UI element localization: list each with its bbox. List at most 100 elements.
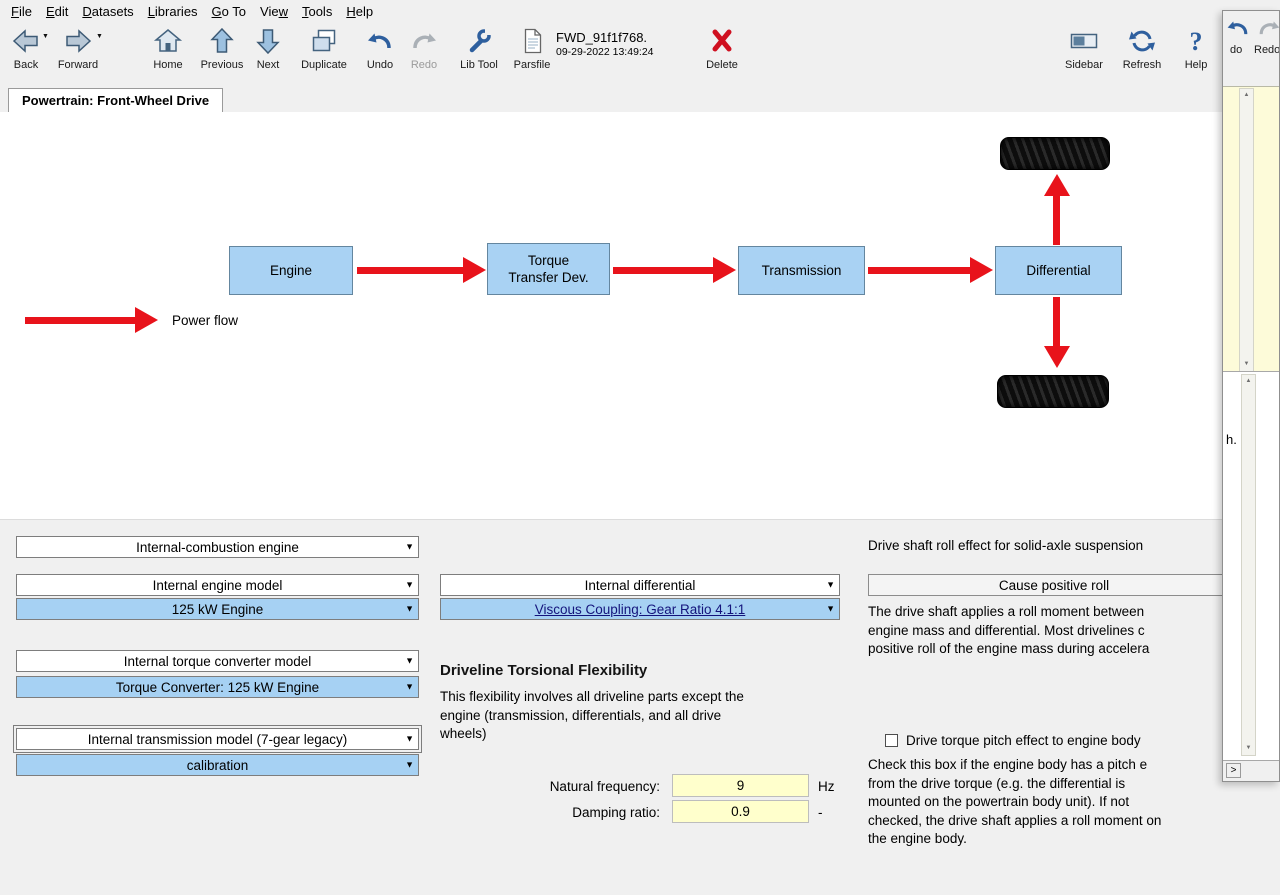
overlay-notes-white-panel[interactable]: h. F ▲ ▼ bbox=[1223, 371, 1279, 761]
differential-box[interactable]: Differential bbox=[995, 246, 1122, 295]
engine-type-dropdown[interactable]: Internal-combustion engine ▼ bbox=[16, 536, 419, 558]
undo-icon bbox=[356, 26, 404, 59]
dataset-name: FWD_91f1f768. bbox=[556, 30, 648, 45]
chevron-down-icon[interactable]: ▼ bbox=[405, 734, 414, 744]
overlay-undo-label: do bbox=[1230, 44, 1243, 56]
transmission-dropdown[interactable]: calibration ▼ bbox=[16, 754, 419, 776]
duplicate-label: Duplicate bbox=[301, 59, 347, 71]
menu-bar: File Edit Datasets Libraries Go To View … bbox=[0, 0, 1280, 22]
home-icon bbox=[144, 26, 192, 59]
torque-converter-category-dropdown[interactable]: Internal torque converter model ▼ bbox=[16, 650, 419, 672]
home-label: Home bbox=[153, 59, 183, 71]
lib-tool-button[interactable]: Lib Tool bbox=[452, 26, 506, 80]
scroll-down-icon[interactable]: ▼ bbox=[1240, 358, 1253, 371]
wrench-icon bbox=[452, 26, 506, 59]
legend-arrow bbox=[25, 317, 135, 324]
arrowhead-transmission-to-diff bbox=[970, 257, 993, 283]
overlay-window[interactable]: do Redo ▲ ▼ h. F ▲ ▼ > bbox=[1222, 10, 1280, 782]
dataset-timestamp: 09-29-2022 13:49:24 bbox=[556, 46, 654, 58]
engine-model-dropdown[interactable]: 125 kW Engine ▼ bbox=[16, 598, 419, 620]
engine-box[interactable]: Engine bbox=[229, 246, 353, 295]
chevron-down-icon[interactable]: ▼ bbox=[826, 604, 835, 614]
chevron-down-icon[interactable]: ▼ bbox=[405, 542, 414, 552]
scroll-right-button[interactable]: > bbox=[1226, 763, 1241, 778]
redo-label: Redo bbox=[410, 59, 438, 71]
arrowhead-bottom-wheel bbox=[1044, 346, 1070, 368]
drive-torque-pitch-checkbox[interactable] bbox=[885, 734, 898, 747]
menu-datasets[interactable]: Datasets bbox=[75, 1, 140, 22]
chevron-down-icon[interactable]: ▼ bbox=[405, 760, 414, 770]
back-arrow-icon bbox=[2, 26, 50, 59]
refresh-label: Refresh bbox=[1122, 59, 1162, 71]
chevron-down-icon[interactable]: ▼ bbox=[405, 682, 414, 692]
back-dropdown-icon[interactable]: ▼ bbox=[42, 33, 49, 40]
home-button[interactable]: Home bbox=[144, 26, 192, 80]
help-button[interactable]: ? Help bbox=[1172, 26, 1220, 80]
undo-button[interactable]: Undo bbox=[356, 26, 404, 80]
chevron-down-icon[interactable]: ▼ bbox=[405, 580, 414, 590]
arrowhead-top-wheel bbox=[1044, 174, 1070, 196]
menu-edit[interactable]: Edit bbox=[39, 1, 75, 22]
refresh-button[interactable]: Refresh bbox=[1118, 26, 1166, 80]
yellow-panel-scrollbar[interactable]: ▲ ▼ bbox=[1239, 88, 1254, 372]
checkbox-description: Check this box if the engine body has a … bbox=[868, 757, 1162, 846]
help-label: Help bbox=[1184, 59, 1208, 71]
natural-frequency-input[interactable]: 9 bbox=[672, 774, 809, 797]
sidebar-label: Sidebar bbox=[1065, 59, 1103, 71]
scroll-up-icon[interactable]: ▲ bbox=[1240, 89, 1253, 102]
menu-goto[interactable]: Go To bbox=[205, 1, 253, 22]
legend-label: Power flow bbox=[172, 313, 239, 328]
chevron-down-icon[interactable]: ▼ bbox=[405, 604, 414, 614]
scroll-down-icon[interactable]: ▼ bbox=[1242, 742, 1255, 755]
overlay-notes-yellow-panel[interactable]: ▲ ▼ bbox=[1223, 86, 1279, 373]
delete-button[interactable]: Delete bbox=[698, 26, 746, 80]
arrow-transmission-to-diff bbox=[868, 267, 970, 274]
app-window: File Edit Datasets Libraries Go To View … bbox=[0, 0, 1280, 895]
next-button[interactable]: Next bbox=[244, 26, 292, 80]
document-icon bbox=[508, 26, 556, 59]
menu-file[interactable]: File bbox=[4, 1, 39, 22]
engine-model-category-dropdown[interactable]: Internal engine model ▼ bbox=[16, 574, 419, 596]
forward-dropdown-icon[interactable]: ▼ bbox=[96, 33, 103, 40]
svg-text:?: ? bbox=[1190, 27, 1203, 56]
refresh-icon bbox=[1118, 26, 1166, 59]
torque-converter-dropdown[interactable]: Torque Converter: 125 kW Engine ▼ bbox=[16, 676, 419, 698]
white-panel-scrollbar[interactable]: ▲ ▼ bbox=[1241, 374, 1256, 756]
cause-positive-roll-button[interactable]: Cause positive roll bbox=[868, 574, 1240, 596]
previous-button[interactable]: Previous bbox=[198, 26, 246, 80]
tab-powertrain[interactable]: Powertrain: Front-Wheel Drive bbox=[8, 88, 224, 112]
menu-libraries[interactable]: Libraries bbox=[141, 1, 205, 22]
right-tire bbox=[997, 375, 1109, 408]
torque-transfer-box[interactable]: Torque Transfer Dev. bbox=[487, 243, 610, 295]
scroll-up-icon[interactable]: ▲ bbox=[1242, 375, 1255, 388]
menu-help[interactable]: Help bbox=[339, 1, 380, 22]
chevron-down-icon[interactable]: ▼ bbox=[826, 580, 835, 590]
roll-effect-caption: Drive shaft roll effect for solid-axle s… bbox=[868, 538, 1144, 553]
differential-category-dropdown[interactable]: Internal differential ▼ bbox=[440, 574, 840, 596]
sidebar-button[interactable]: Sidebar bbox=[1060, 26, 1108, 80]
arrow-ttd-to-transmission bbox=[613, 267, 713, 274]
forward-button[interactable]: Forward bbox=[54, 26, 102, 80]
arrow-diff-to-bottom-wheel bbox=[1053, 297, 1060, 346]
delete-label: Delete bbox=[706, 59, 738, 71]
chevron-down-icon[interactable]: ▼ bbox=[405, 656, 414, 666]
overlay-undo-icon[interactable] bbox=[1225, 15, 1251, 46]
back-label: Back bbox=[13, 59, 39, 71]
damping-ratio-input[interactable]: 0.9 bbox=[672, 800, 809, 823]
duplicate-button[interactable]: Duplicate bbox=[296, 26, 352, 80]
differential-link-dropdown[interactable]: Viscous Coupling: Gear Ratio 4.1:1 ▼ bbox=[440, 598, 840, 620]
arrowhead-ttd-to-transmission bbox=[713, 257, 736, 283]
menu-tools[interactable]: Tools bbox=[295, 1, 339, 22]
overlay-redo-icon bbox=[1256, 15, 1279, 46]
previous-label: Previous bbox=[200, 59, 244, 71]
legend-arrowhead bbox=[135, 307, 158, 333]
overlay-redo-label: Redo bbox=[1254, 44, 1280, 56]
damping-ratio-unit: - bbox=[818, 805, 823, 820]
damping-ratio-label: Damping ratio: bbox=[572, 805, 660, 820]
natural-frequency-unit: Hz bbox=[818, 779, 835, 794]
next-label: Next bbox=[256, 59, 280, 71]
menu-view[interactable]: View bbox=[253, 1, 295, 22]
parsfile-button[interactable]: Parsfile bbox=[508, 26, 556, 80]
transmission-box[interactable]: Transmission bbox=[738, 246, 865, 295]
transmission-category-dropdown[interactable]: Internal transmission model (7-gear lega… bbox=[13, 725, 422, 753]
